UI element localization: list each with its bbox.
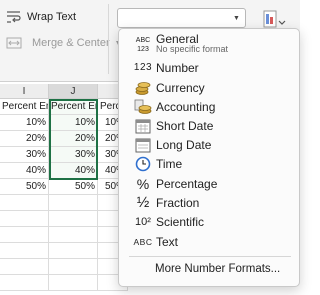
menu-item-label: Short Date xyxy=(156,118,214,133)
table-cell[interactable]: 50% xyxy=(0,179,49,195)
header-cell[interactable]: Percent Ente xyxy=(49,99,98,115)
empty-cell[interactable] xyxy=(0,211,49,227)
menu-item-scientific[interactable]: 10² Scientific xyxy=(119,212,299,231)
menu-item-label: Accounting xyxy=(156,99,216,114)
general-format-icon: ABC 123 xyxy=(133,35,153,53)
table-cell[interactable]: 40% xyxy=(0,163,49,179)
more-number-formats-item[interactable]: More Number Formats... xyxy=(155,263,280,275)
menu-item-percentage[interactable]: % Percentage xyxy=(119,174,299,193)
table-cell[interactable]: 20% xyxy=(0,131,49,147)
menu-item-label: Text xyxy=(156,234,179,249)
number-format-select[interactable]: ▼ xyxy=(117,8,246,28)
menu-item-general[interactable]: ABC 123 General No specific format xyxy=(119,32,299,56)
table-cell[interactable]: 20% xyxy=(49,131,98,147)
text-format-icon: ABC xyxy=(133,236,153,247)
empty-cell[interactable] xyxy=(49,211,98,227)
column-label: J xyxy=(70,85,76,97)
menu-item-label: Long Date xyxy=(156,137,212,152)
menu-item-label: Percentage xyxy=(156,176,218,191)
empty-cell[interactable] xyxy=(0,259,49,275)
empty-cell[interactable] xyxy=(0,195,49,211)
clock-icon xyxy=(133,155,153,172)
empty-cell[interactable] xyxy=(49,243,98,259)
svg-text:123: 123 xyxy=(137,46,149,53)
table-cell[interactable]: 10% xyxy=(0,115,49,131)
empty-cell[interactable] xyxy=(0,275,49,291)
wrap-text-icon xyxy=(6,10,22,24)
menu-item-currency[interactable]: Currency xyxy=(119,78,299,97)
menu-item-accounting[interactable]: Accounting xyxy=(119,97,299,116)
menu-item-fraction[interactable]: ½ Fraction xyxy=(119,193,299,212)
menu-item-text[interactable]: ABC Text xyxy=(119,232,299,251)
menu-item-short-date[interactable]: Short Date xyxy=(119,116,299,135)
menu-item-sublabel: No specific format xyxy=(156,44,229,54)
empty-cell[interactable] xyxy=(49,227,98,243)
menu-item-label: Currency xyxy=(156,80,205,95)
column-header-i[interactable]: I xyxy=(0,84,49,99)
empty-cell[interactable] xyxy=(49,259,98,275)
empty-cell[interactable] xyxy=(0,227,49,243)
long-date-calendar-icon xyxy=(133,136,153,153)
menu-divider xyxy=(129,256,291,257)
chevron-down-icon[interactable]: ▼ xyxy=(230,11,243,25)
menu-item-label: Scientific xyxy=(156,214,205,229)
table-cell[interactable]: 50% xyxy=(49,179,98,195)
table-cell[interactable]: 30% xyxy=(49,147,98,163)
merge-center-button[interactable]: Merge & Center ▼ xyxy=(6,36,122,50)
empty-cell[interactable] xyxy=(0,243,49,259)
svg-text:ABC: ABC xyxy=(136,37,150,44)
number-format-icon: 123 xyxy=(133,62,153,73)
number-format-menu: ABC 123 General No specific format 123 N… xyxy=(118,28,300,287)
fraction-icon: ½ xyxy=(136,194,150,211)
table-cell[interactable]: 40% xyxy=(49,163,98,179)
percent-icon: % xyxy=(136,175,150,192)
column-label: I xyxy=(22,85,26,97)
table-cell[interactable]: 10% xyxy=(49,115,98,131)
ribbon-divider xyxy=(108,4,109,74)
column-header-j[interactable]: J xyxy=(49,84,98,99)
merge-center-icon xyxy=(6,36,22,50)
header-cell[interactable]: Percent Ente xyxy=(0,99,49,115)
currency-coins-icon xyxy=(133,79,153,96)
table-cell[interactable]: 30% xyxy=(0,147,49,163)
menu-item-time[interactable]: Time xyxy=(119,154,299,173)
scientific-icon: 10² xyxy=(135,215,151,228)
accounting-coins-icon xyxy=(133,98,153,115)
menu-item-long-date[interactable]: Long Date xyxy=(119,135,299,154)
empty-cell[interactable] xyxy=(49,275,98,291)
short-date-calendar-icon xyxy=(133,117,153,134)
menu-item-number[interactable]: 123 Number xyxy=(119,58,299,77)
merge-center-label: Merge & Center xyxy=(32,37,110,49)
wrap-text-button[interactable]: Wrap Text xyxy=(6,10,76,24)
wrap-text-label: Wrap Text xyxy=(27,11,77,23)
menu-item-label: Number xyxy=(156,60,199,75)
empty-cell[interactable] xyxy=(49,195,98,211)
menu-item-label: Time xyxy=(156,156,183,171)
menu-item-label: Fraction xyxy=(156,195,200,210)
